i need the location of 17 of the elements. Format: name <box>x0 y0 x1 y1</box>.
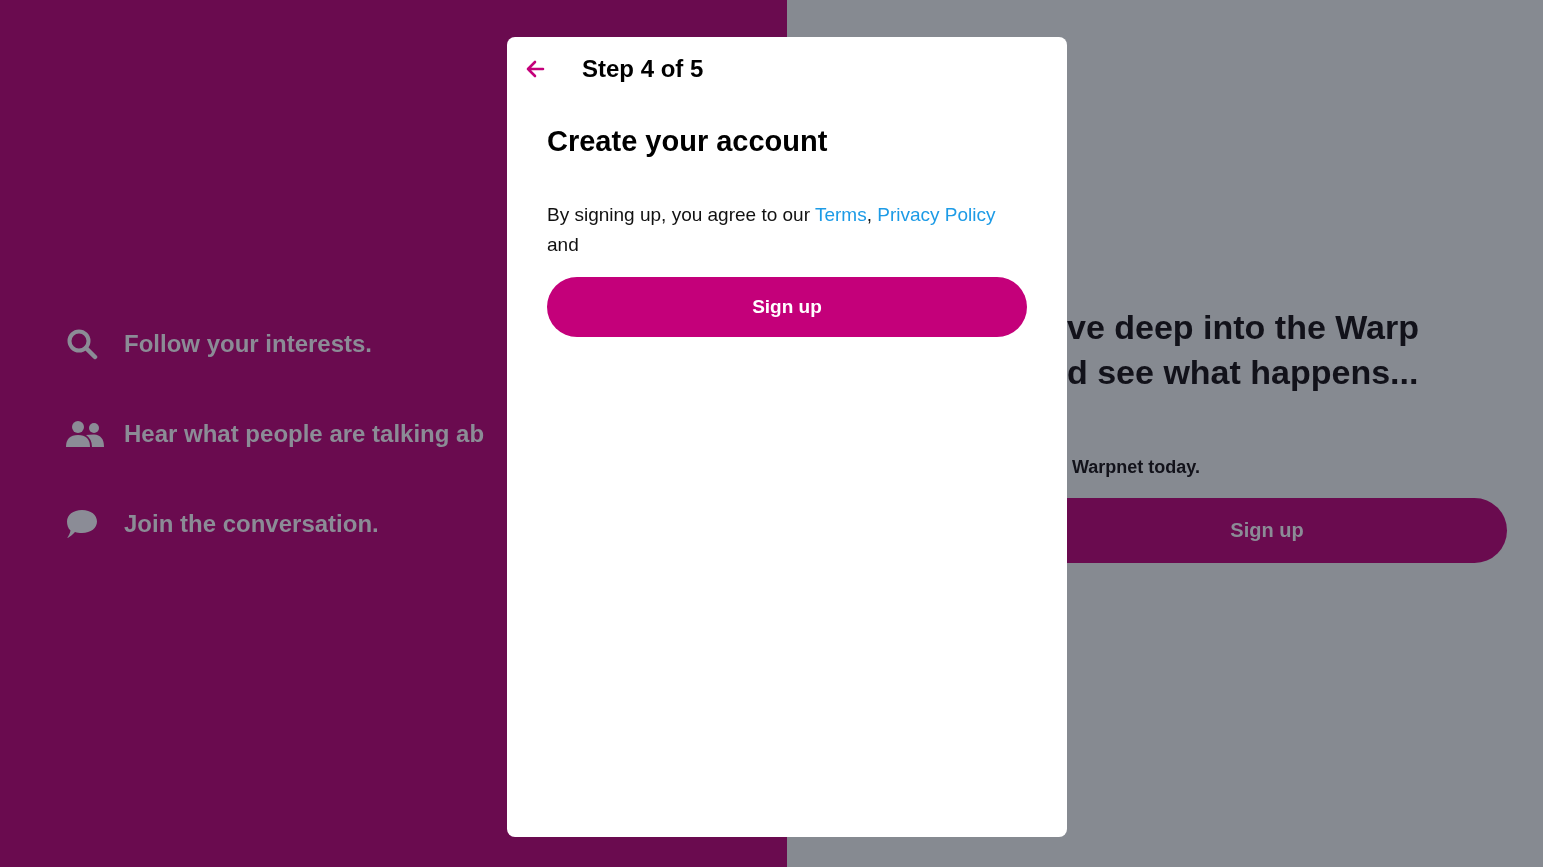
back-button[interactable] <box>525 60 545 78</box>
terms-link[interactable]: Terms <box>814 204 867 225</box>
people-icon <box>66 419 104 448</box>
modal-title: Create your account <box>547 125 829 158</box>
feature-text: Join the conversation. <box>124 509 379 538</box>
speech-bubble-icon <box>66 508 98 539</box>
search-icon <box>66 327 98 360</box>
terms-agreement-text: By signing up, you agree to our Terms, Privacy Policy and <box>547 203 997 257</box>
feature-text: Hear what people are talking ab <box>124 419 485 448</box>
sign-up-button[interactable]: Sign up <box>1067 498 1507 563</box>
terms-link[interactable]: Privacy Policy <box>877 204 996 225</box>
hero-subtitle: Warpnet today. <box>1072 457 1201 478</box>
sign-up-button[interactable]: Sign up <box>547 277 1027 337</box>
feature-text: Follow your interests. <box>124 329 373 358</box>
hero-heading: ve deep into the Warp d see what happens... <box>1067 307 1420 393</box>
step-indicator: Step 4 of 5 <box>582 55 704 83</box>
back-arrow-icon <box>525 60 545 78</box>
